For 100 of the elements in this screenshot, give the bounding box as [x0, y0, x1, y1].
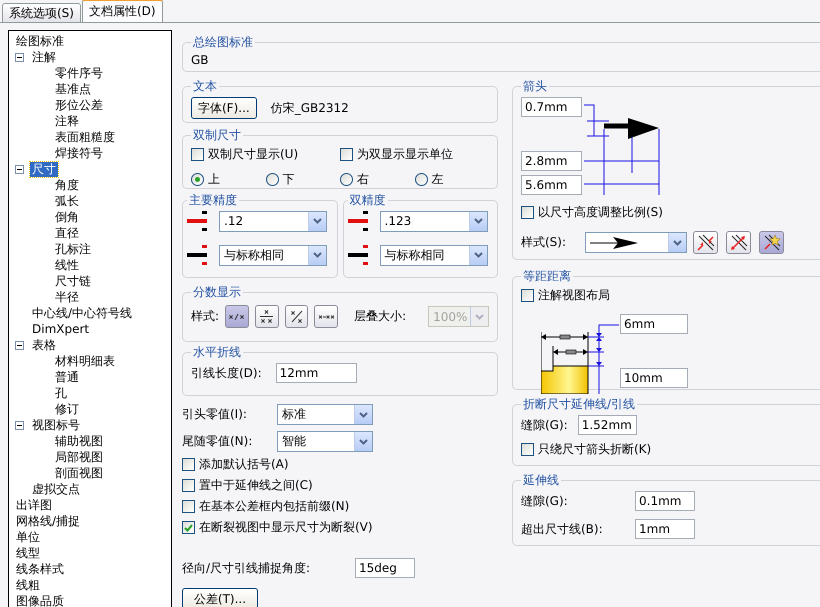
group-title: 分数显示 — [192, 284, 242, 301]
radio-label: 左 — [432, 171, 444, 188]
field-label: 引头零值(I): — [182, 406, 248, 423]
radio-button[interactable] — [340, 173, 353, 186]
tree-item[interactable]: 出详图 — [14, 498, 54, 512]
tree-item[interactable]: 线粗 — [14, 578, 42, 592]
field-label: 超出尺寸线(B): — [521, 520, 604, 538]
tree-item[interactable]: 材料明细表 — [53, 354, 117, 368]
input-field[interactable]: 0.7mm — [521, 97, 582, 117]
tree-item[interactable]: 角度 — [53, 178, 81, 192]
group-title: 文本 — [192, 78, 218, 95]
field-label: 缝隙(G): — [521, 416, 568, 434]
tree-item[interactable]: 孔标注 — [53, 242, 93, 256]
tree-item[interactable]: 单位 — [14, 530, 42, 544]
checkbox-label: 以尺寸高度调整比例(S) — [538, 204, 663, 221]
checkbox-label: 为双显示显示单位 — [357, 146, 453, 163]
input-field[interactable]: 1.52mm — [578, 415, 637, 435]
input-field[interactable]: 12mm — [276, 363, 357, 383]
input-field[interactable]: 2.8mm — [521, 151, 582, 171]
dropdown[interactable]: 智能 — [277, 431, 373, 452]
tab[interactable]: 系统选项(S) — [2, 3, 81, 22]
radio-button[interactable] — [414, 173, 428, 186]
radio-button[interactable] — [266, 173, 278, 186]
dropdown[interactable] — [585, 232, 687, 253]
tree-item[interactable]: 视图标号 — [30, 418, 82, 432]
checkbox[interactable] — [521, 443, 534, 456]
dropdown[interactable]: .12 — [219, 210, 327, 232]
checkbox[interactable] — [182, 521, 195, 534]
tree-item[interactable]: 倒角 — [53, 210, 81, 224]
tree-item[interactable]: 尺寸 — [30, 162, 58, 176]
checkbox[interactable] — [182, 458, 195, 471]
tree-item[interactable]: 直径 — [53, 226, 81, 240]
tree-item[interactable]: 剖面视图 — [53, 466, 105, 480]
field-label: 引线长度(D): — [191, 364, 262, 382]
tree-item[interactable]: 焊接符号 — [53, 146, 105, 160]
checkbox-label: 只绕尺寸箭头折断(K) — [538, 441, 652, 458]
dropdown[interactable]: 标准 — [277, 404, 373, 425]
font-name: 仿宋_GB2312 — [270, 100, 349, 116]
arrow-style-button[interactable] — [726, 231, 751, 254]
tree-item[interactable]: 普通 — [53, 370, 81, 384]
input-field[interactable]: 6mm — [620, 314, 688, 334]
tree-item[interactable]: DimXpert — [30, 322, 92, 336]
tree-item[interactable]: 辅助视图 — [53, 434, 105, 448]
field-label: 样式: — [191, 308, 220, 325]
checkbox[interactable] — [521, 206, 534, 219]
fraction-style-button[interactable] — [225, 305, 249, 328]
fraction-style-button[interactable] — [314, 305, 338, 328]
checkbox[interactable] — [340, 148, 353, 161]
arrow-style-icon — [728, 232, 748, 252]
precision-icon — [187, 243, 209, 267]
font-button[interactable]: 字体(F)... — [191, 97, 257, 119]
tab[interactable]: 文档属性(D) — [82, 0, 163, 22]
input-field[interactable]: 10mm — [620, 368, 688, 388]
checkbox[interactable] — [521, 289, 534, 302]
arrow-style-button[interactable] — [693, 231, 718, 254]
tree-item[interactable]: 虚拟交点 — [30, 482, 82, 496]
tree-item[interactable]: 表面粗糙度 — [53, 130, 117, 144]
tree-item[interactable]: 孔 — [53, 386, 69, 400]
tree-item[interactable]: 绘图标准 — [14, 34, 66, 48]
dropdown[interactable]: .123 — [380, 210, 488, 232]
tree-item[interactable]: 线条样式 — [14, 562, 66, 576]
collapse-icon[interactable] — [15, 52, 24, 62]
tree-item[interactable]: 注解 — [30, 50, 58, 64]
tree-item[interactable]: 网格线/捕捉 — [14, 514, 82, 528]
arrow-style-button[interactable] — [759, 231, 784, 254]
tree-item[interactable]: 基准点 — [53, 82, 93, 96]
tree-item[interactable]: 弧长 — [53, 194, 81, 208]
checkbox-label: 在断裂视图中显示尺寸为断裂(V) — [199, 519, 373, 536]
collapse-icon[interactable] — [15, 164, 24, 174]
field-label: 尾随零值(N): — [182, 433, 254, 450]
tree-item[interactable]: 局部视图 — [53, 450, 105, 464]
input-field[interactable]: 5.6mm — [521, 175, 582, 195]
tree-item[interactable]: 线型 — [14, 546, 42, 560]
tree-item[interactable]: 零件序号 — [53, 66, 105, 80]
input-field[interactable]: 0.1mm — [635, 491, 695, 511]
tree-item[interactable]: 图像品质 — [14, 594, 66, 607]
radio-button[interactable] — [191, 173, 204, 186]
fraction-style-button[interactable] — [254, 305, 279, 328]
fraction-style-button[interactable] — [284, 305, 308, 328]
precision-icon — [348, 209, 370, 233]
collapse-icon[interactable] — [15, 420, 24, 430]
input-field[interactable]: 1mm — [635, 519, 695, 539]
dropdown[interactable]: 与标称相同 — [219, 244, 327, 266]
tolerance-button[interactable]: 公差(T)... — [182, 588, 258, 607]
checkbox-label: 置中于延伸线之间(C) — [199, 477, 313, 494]
tree-item[interactable]: 注释 — [53, 114, 81, 128]
tree-item[interactable]: 半径 — [53, 290, 81, 304]
fraction-style-icon — [318, 312, 335, 320]
input-field[interactable]: 15deg — [355, 558, 415, 578]
tree-item[interactable]: 尺寸链 — [53, 274, 93, 288]
tree-item[interactable]: 修订 — [53, 402, 81, 416]
tree-item[interactable]: 表格 — [30, 338, 58, 352]
tree-item[interactable]: 形位公差 — [53, 98, 105, 112]
collapse-icon[interactable] — [15, 340, 24, 350]
checkbox[interactable] — [191, 148, 204, 161]
checkbox[interactable] — [182, 479, 195, 492]
tree-item[interactable]: 线性 — [53, 258, 81, 272]
dropdown[interactable]: 与标称相同 — [380, 244, 488, 266]
checkbox[interactable] — [182, 500, 195, 513]
tree-item[interactable]: 中心线/中心符号线 — [30, 306, 134, 320]
